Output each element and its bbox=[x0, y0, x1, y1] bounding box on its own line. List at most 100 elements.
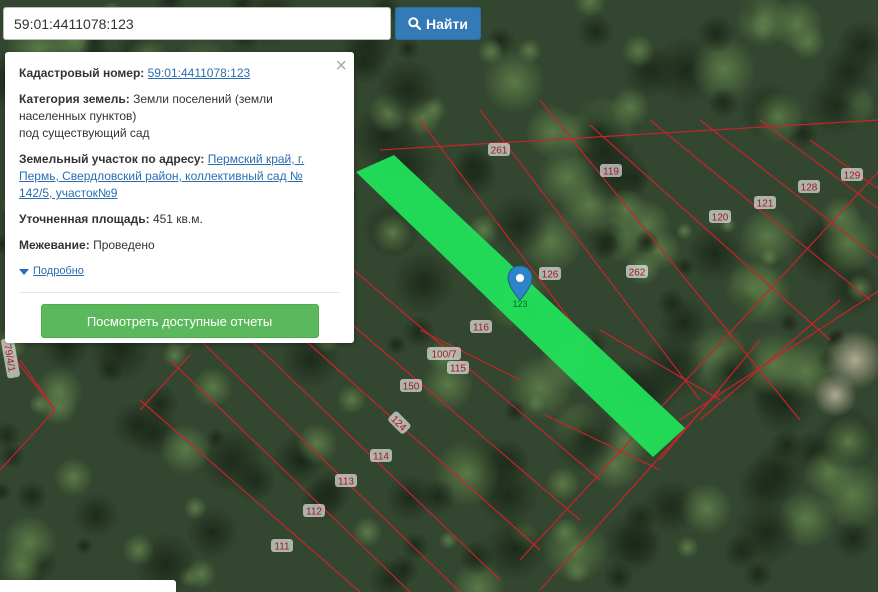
tree-canopy bbox=[38, 386, 78, 426]
parcel-label: 262 bbox=[626, 265, 648, 279]
tree-canopy-shadow bbox=[592, 232, 619, 259]
svg-text:120: 120 bbox=[712, 213, 729, 224]
tree-canopy-shadow bbox=[402, 314, 436, 349]
tree-canopy bbox=[352, 516, 383, 548]
parcel-label: 261 bbox=[488, 143, 510, 157]
address-link-3[interactable]: 142/5, участок№9 bbox=[19, 186, 117, 200]
more-link[interactable]: Подробно bbox=[33, 263, 84, 280]
parcel-label: 116 bbox=[470, 320, 492, 334]
more-toggle[interactable]: Подробно bbox=[19, 263, 340, 280]
svg-text:112: 112 bbox=[306, 507, 322, 518]
address-link-2[interactable]: Пермь, Свердловский район, коллективный … bbox=[19, 169, 303, 183]
tree-canopy-shadow bbox=[674, 256, 696, 277]
svg-text:261: 261 bbox=[491, 146, 508, 157]
view-reports-button[interactable]: Посмотреть доступные отчеты bbox=[40, 304, 319, 338]
tree-canopy bbox=[296, 422, 338, 465]
search-button-label: Найти bbox=[426, 15, 468, 32]
category-value-3: под существующий сад bbox=[19, 126, 150, 140]
tree-canopy bbox=[621, 34, 656, 68]
address-link-1[interactable]: Пермский край, г. bbox=[208, 152, 304, 166]
parcel-label: 112 bbox=[303, 504, 325, 518]
tree-canopy bbox=[676, 536, 699, 559]
tree-canopy-shadow bbox=[75, 537, 93, 555]
tree-canopy bbox=[526, 393, 546, 413]
divider bbox=[19, 292, 340, 293]
tree-canopy-shadow bbox=[747, 444, 807, 504]
parcel-label: 113 bbox=[335, 474, 357, 488]
tree-canopy-shadow bbox=[821, 44, 875, 99]
svg-text:116: 116 bbox=[473, 323, 489, 334]
tree-canopy-shadow bbox=[723, 532, 761, 570]
tree-canopy bbox=[675, 222, 694, 240]
search-input[interactable] bbox=[3, 7, 391, 40]
tree-canopy bbox=[545, 466, 581, 502]
search-icon bbox=[408, 17, 421, 30]
marker-label: 123 bbox=[512, 299, 527, 309]
parcel-label: 121 bbox=[754, 196, 776, 210]
svg-text:128: 128 bbox=[801, 183, 818, 194]
tree-canopy-shadow bbox=[658, 297, 709, 348]
tree-canopy-shadow bbox=[453, 144, 494, 185]
area-value: 451 кв.м. bbox=[152, 212, 203, 226]
svg-text:119: 119 bbox=[603, 167, 619, 178]
tree-canopy bbox=[822, 415, 875, 468]
tree-canopy-shadow bbox=[707, 86, 740, 119]
address-row: Земельный участок по адресу: Пермский кр… bbox=[19, 151, 340, 202]
svg-text:113: 113 bbox=[338, 477, 354, 488]
bottom-panel-edge bbox=[0, 580, 176, 592]
parcel-label: 119 bbox=[600, 164, 622, 178]
svg-text:114: 114 bbox=[373, 452, 389, 463]
svg-text:129: 129 bbox=[844, 171, 861, 182]
svg-text:111: 111 bbox=[274, 542, 290, 553]
category-value-1: Земли поселений (земли bbox=[133, 92, 273, 106]
parcel-label: 100/7 bbox=[427, 347, 461, 361]
category-label: Категория земель: bbox=[19, 92, 130, 106]
tree-canopy-shadow bbox=[696, 14, 736, 54]
tree-canopy bbox=[183, 496, 207, 520]
search-button[interactable]: Найти bbox=[395, 7, 481, 40]
tree-canopy bbox=[482, 50, 546, 114]
tree-canopy-shadow bbox=[385, 334, 407, 356]
survey-label: Межевание: bbox=[19, 238, 90, 252]
cadastral-label: Кадастровый номер: bbox=[19, 66, 145, 80]
tree-canopy bbox=[438, 530, 458, 550]
tree-canopy bbox=[610, 87, 650, 128]
tree-canopy bbox=[845, 274, 874, 303]
parcel-label: 120 bbox=[709, 210, 731, 224]
tree-canopy bbox=[752, 90, 805, 143]
tree-canopy-shadow bbox=[576, 13, 614, 50]
tree-canopy-shadow bbox=[112, 401, 161, 449]
cadastral-link[interactable]: 59:01:4411078:123 bbox=[148, 66, 251, 80]
tree-canopy-shadow bbox=[603, 561, 635, 592]
parcel-label: 128 bbox=[798, 180, 820, 194]
parcel-label: 111 bbox=[271, 539, 293, 553]
tree-canopy-shadow bbox=[233, 459, 277, 503]
close-icon[interactable]: × bbox=[335, 55, 347, 77]
category-row: Категория земель: Земли поселений (земли… bbox=[19, 91, 340, 142]
parcel-label: 129 bbox=[841, 168, 863, 182]
svg-text:121: 121 bbox=[757, 199, 774, 210]
tree-canopy bbox=[759, 247, 779, 267]
tree-canopy bbox=[185, 558, 217, 590]
tree-canopy-shadow bbox=[778, 312, 800, 334]
tree-canopy-shadow bbox=[16, 480, 48, 512]
area-label: Уточненная площадь: bbox=[19, 212, 150, 226]
tree-canopy-shadow bbox=[613, 520, 660, 567]
svg-text:262: 262 bbox=[629, 268, 646, 279]
address-label: Земельный участок по адресу: bbox=[19, 152, 205, 166]
survey-value: Проведено bbox=[93, 238, 155, 252]
tree-canopy-shadow bbox=[418, 478, 457, 516]
tree-canopy-shadow bbox=[503, 399, 527, 423]
parcel-label: 115 bbox=[447, 361, 469, 375]
tree-canopy-shadow bbox=[401, 531, 430, 561]
parcel-label: 150 bbox=[400, 379, 422, 393]
parcel-label: 114 bbox=[370, 449, 392, 463]
survey-row: Межевание: Проведено bbox=[19, 237, 340, 254]
cadastral-row: Кадастровый номер: 59:01:4411078:123 bbox=[19, 65, 340, 82]
tree-canopy bbox=[524, 104, 580, 160]
tree-canopy bbox=[53, 457, 94, 498]
clearing bbox=[813, 373, 857, 417]
area-row: Уточненная площадь: 451 кв.м. bbox=[19, 211, 340, 228]
tree-canopy-shadow bbox=[392, 251, 455, 315]
tree-canopy bbox=[159, 423, 212, 476]
